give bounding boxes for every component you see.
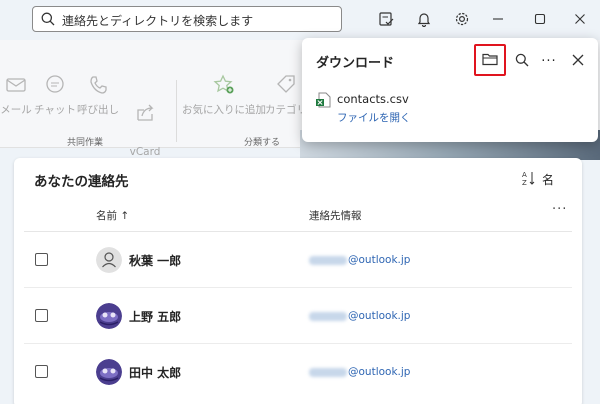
contact-name: 上野 五郎 — [129, 310, 182, 324]
minimize-icon[interactable] — [488, 9, 508, 29]
star-add-icon — [182, 74, 266, 100]
search-downloads-button[interactable] — [509, 48, 535, 74]
close-window-icon[interactable] — [570, 9, 590, 29]
sort-label: 名 — [542, 173, 555, 187]
avatar — [96, 359, 122, 385]
group-label-collaboration: 共同作業 — [67, 138, 104, 148]
call-button[interactable]: 呼び出し — [76, 74, 120, 117]
mail-icon — [0, 74, 36, 100]
downloaded-file-name: contacts.csv — [337, 92, 409, 106]
table-row[interactable]: 上野 五郎 @outlook.jp — [14, 288, 582, 344]
note-check-icon[interactable] — [376, 9, 396, 29]
contacts-card: あなたの連絡先 AZ 名 ··· 名前 ↑ 連絡先情報 秋葉 一郎 @outlo… — [14, 158, 582, 404]
contact-name: 秋葉 一郎 — [129, 254, 182, 268]
chat-button[interactable]: チャット — [34, 74, 76, 117]
group-label-categorize: 分類する — [244, 138, 281, 148]
phone-icon — [76, 74, 120, 100]
avatar — [96, 247, 122, 273]
contacts-title: あなたの連絡先 — [34, 174, 129, 190]
column-header-name[interactable]: 名前 ↑ — [96, 208, 129, 223]
more-options-icon[interactable]: ··· — [552, 202, 567, 217]
column-header-info: 連絡先情報 — [309, 210, 362, 222]
search-placeholder: 連絡先とディレクトリを検索します — [62, 14, 254, 28]
contact-email[interactable]: @outlook.jp — [309, 310, 410, 322]
title-bar: 連絡先とディレクトリを検索します — [0, 0, 600, 40]
sort-button[interactable]: AZ 名 — [522, 170, 554, 189]
open-file-link[interactable]: ファイルを開く — [337, 110, 411, 125]
row-checkbox[interactable] — [35, 253, 48, 266]
search-box[interactable]: 連絡先とディレクトリを検索します — [32, 6, 342, 32]
avatar — [96, 303, 122, 329]
table-row[interactable]: 秋葉 一郎 @outlook.jp — [14, 232, 582, 288]
chat-icon — [34, 74, 76, 100]
gear-icon[interactable] — [452, 9, 472, 29]
more-icon: ··· — [541, 53, 557, 69]
more-options-button[interactable]: ··· — [536, 48, 562, 74]
excel-file-icon — [316, 92, 331, 111]
search-icon — [41, 12, 55, 29]
bell-icon[interactable] — [414, 9, 434, 29]
sort-az-icon: AZ — [522, 170, 536, 189]
share-icon — [118, 88, 172, 128]
contact-name: 田中 太郎 — [129, 366, 182, 380]
close-panel-button[interactable] — [565, 48, 591, 74]
download-panel-title: ダウンロード — [316, 56, 395, 71]
mail-button[interactable]: メール — [0, 74, 36, 117]
open-folder-button[interactable] — [474, 44, 506, 76]
close-icon — [572, 54, 584, 69]
folder-icon — [482, 52, 498, 69]
download-panel: ダウンロード ··· contacts.csv ファイルを開く — [302, 38, 598, 142]
ribbon-separator — [176, 80, 177, 142]
table-row[interactable]: 田中 太郎 @outlook.jp — [14, 344, 582, 400]
contact-email[interactable]: @outlook.jp — [309, 254, 410, 266]
add-favorite-button[interactable]: お気に入りに追加 — [182, 74, 266, 117]
row-checkbox[interactable] — [35, 365, 48, 378]
maximize-icon[interactable] — [530, 9, 550, 29]
search-icon — [515, 53, 529, 70]
contact-email[interactable]: @outlook.jp — [309, 366, 410, 378]
row-checkbox[interactable] — [35, 309, 48, 322]
svg-text:Z: Z — [522, 179, 527, 186]
svg-text:A: A — [522, 171, 527, 179]
